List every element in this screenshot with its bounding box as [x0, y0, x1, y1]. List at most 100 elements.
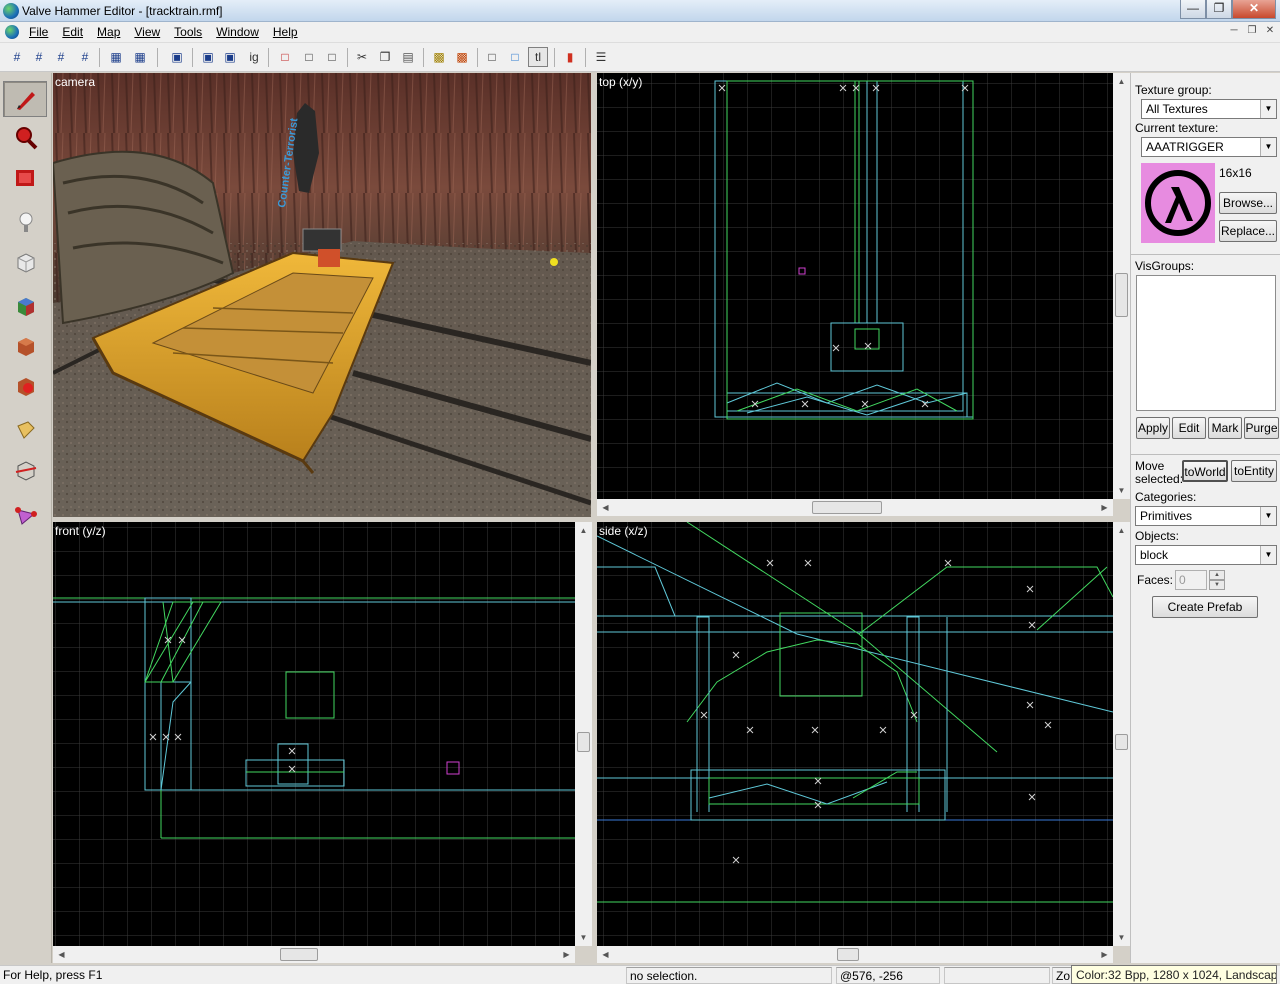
visgroups-list[interactable]: [1136, 275, 1276, 411]
group-icon[interactable]: ▦: [107, 48, 125, 66]
apply-current-texture-tool[interactable]: [3, 327, 47, 363]
scroll-thumb[interactable]: [837, 948, 859, 961]
replace-button[interactable]: Replace...: [1219, 220, 1277, 242]
options-icon[interactable]: ☰: [592, 48, 610, 66]
select-by-corner-icon[interactable]: □: [506, 48, 524, 66]
decal-tool[interactable]: [3, 367, 47, 403]
show-icon[interactable]: ▣: [221, 48, 239, 66]
visgroup-edit-button[interactable]: Edit: [1172, 417, 1206, 439]
side-viewport[interactable]: side (x/z): [597, 522, 1113, 946]
current-texture-select[interactable]: AAATRIGGER ▼: [1141, 137, 1277, 157]
menu-edit[interactable]: Edit: [55, 22, 90, 42]
visgroup-purge-button[interactable]: Purge: [1244, 417, 1279, 439]
grid-toggle-icon[interactable]: #: [30, 48, 48, 66]
front-viewport[interactable]: front (y/z): [53, 522, 575, 946]
menu-help[interactable]: Help: [266, 22, 305, 42]
spin-down-icon[interactable]: ▼: [1209, 580, 1225, 590]
scroll-down-icon[interactable]: ▼: [1113, 482, 1130, 499]
scroll-up-icon[interactable]: ▲: [1113, 522, 1130, 539]
scroll-thumb[interactable]: [812, 501, 882, 514]
scroll-left-icon[interactable]: ◀: [597, 946, 614, 963]
visgroup-apply-button[interactable]: Apply: [1136, 417, 1170, 439]
menu-view[interactable]: View: [127, 22, 167, 42]
minimize-icon[interactable]: —: [1180, 0, 1206, 19]
visgroup-mark-button[interactable]: Mark: [1208, 417, 1242, 439]
toolbar-separator: [423, 48, 424, 67]
magnify-tool[interactable]: [3, 119, 47, 155]
scroll-left-icon[interactable]: ◀: [597, 499, 614, 516]
toggle-texlock-icon[interactable]: ▩: [430, 48, 448, 66]
clip-icon[interactable]: □: [323, 48, 341, 66]
scroll-thumb[interactable]: [1115, 273, 1128, 317]
side-view-vscroll[interactable]: ▲ ▼: [1113, 522, 1130, 946]
top-view-vscroll[interactable]: ▲ ▼: [1113, 73, 1130, 499]
hollow-icon[interactable]: □: [300, 48, 318, 66]
to-entity-button[interactable]: toEntity: [1231, 460, 1277, 482]
front-view-hscroll[interactable]: ◀ ▶: [53, 946, 575, 963]
doc-restore-icon[interactable]: ❐: [1244, 24, 1260, 39]
entity-icon[interactable]: ▣: [168, 48, 186, 66]
grid-smaller-icon[interactable]: #: [52, 48, 70, 66]
paste-icon[interactable]: ▤: [399, 48, 417, 66]
camera-tool[interactable]: [3, 159, 47, 195]
scroll-thumb[interactable]: [577, 732, 590, 752]
top-view-hscroll[interactable]: ◀ ▶: [597, 499, 1113, 516]
status-size: [944, 967, 1050, 984]
run-icon[interactable]: ▮: [561, 48, 579, 66]
document-icon[interactable]: [5, 25, 19, 39]
scroll-thumb[interactable]: [280, 948, 318, 961]
selection-tool[interactable]: [3, 81, 47, 117]
hide-icon[interactable]: ▣: [199, 48, 217, 66]
top-viewport[interactable]: top (x/y): [597, 73, 1113, 499]
texture-group-select[interactable]: All Textures ▼: [1141, 99, 1277, 119]
select-bounds-icon[interactable]: □: [483, 48, 501, 66]
grid-icon[interactable]: #: [8, 48, 26, 66]
texture-size: 16x16: [1219, 166, 1252, 180]
cut-icon[interactable]: ✂: [353, 48, 371, 66]
clipping-tool[interactable]: [3, 451, 47, 487]
scroll-right-icon[interactable]: ▶: [1096, 946, 1113, 963]
to-world-button[interactable]: toWorld: [1182, 460, 1228, 482]
menu-map[interactable]: Map: [90, 22, 127, 42]
side-view-hscroll[interactable]: ◀ ▶: [597, 946, 1113, 963]
faces-input[interactable]: 0: [1175, 570, 1207, 590]
toolbar-separator: [157, 48, 158, 67]
scroll-down-icon[interactable]: ▼: [575, 929, 592, 946]
entity-tool[interactable]: [3, 203, 47, 239]
vertex-manipulation-tool[interactable]: [3, 497, 47, 533]
categories-select[interactable]: Primitives ▼: [1135, 506, 1277, 526]
visgroups-label: VisGroups:: [1135, 259, 1195, 273]
objects-select[interactable]: block ▼: [1135, 545, 1277, 565]
restore-icon[interactable]: ❐: [1206, 0, 1232, 19]
overlay-tool[interactable]: [3, 411, 47, 447]
carve-icon[interactable]: □: [276, 48, 294, 66]
scroll-down-icon[interactable]: ▼: [1113, 929, 1130, 946]
copy-icon[interactable]: ❐: [376, 48, 394, 66]
front-view-vscroll[interactable]: ▲ ▼: [575, 522, 592, 946]
scroll-up-icon[interactable]: ▲: [575, 522, 592, 539]
menu-tools[interactable]: Tools: [167, 22, 209, 42]
block-tool[interactable]: [3, 243, 47, 279]
object-bar-panel: Texture group: All Textures ▼ Current tex…: [1130, 73, 1280, 963]
scroll-right-icon[interactable]: ▶: [558, 946, 575, 963]
texture-lock-icon[interactable]: ▩: [453, 48, 471, 66]
doc-close-icon[interactable]: ✕: [1262, 24, 1278, 39]
texture-application-tool[interactable]: [3, 287, 47, 323]
tl-icon[interactable]: tl: [528, 47, 548, 67]
scroll-thumb[interactable]: [1115, 734, 1128, 750]
scroll-right-icon[interactable]: ▶: [1096, 499, 1113, 516]
scroll-up-icon[interactable]: ▲: [1113, 73, 1130, 90]
doc-minimize-icon[interactable]: ─: [1226, 24, 1242, 39]
ig-icon[interactable]: ig: [245, 48, 263, 66]
camera-viewport[interactable]: camera Counter-Terrorist: [53, 73, 591, 517]
ungroup-icon[interactable]: ▦: [131, 48, 149, 66]
grid-larger-icon[interactable]: #: [76, 48, 94, 66]
chevron-down-icon: ▼: [1260, 507, 1276, 525]
menu-file[interactable]: File: [22, 22, 55, 42]
create-prefab-button[interactable]: Create Prefab: [1152, 596, 1258, 618]
scroll-left-icon[interactable]: ◀: [53, 946, 70, 963]
spin-up-icon[interactable]: ▲: [1209, 570, 1225, 580]
browse-button[interactable]: Browse...: [1219, 192, 1277, 214]
close-icon[interactable]: ✕: [1232, 0, 1276, 19]
menu-window[interactable]: Window: [209, 22, 266, 42]
